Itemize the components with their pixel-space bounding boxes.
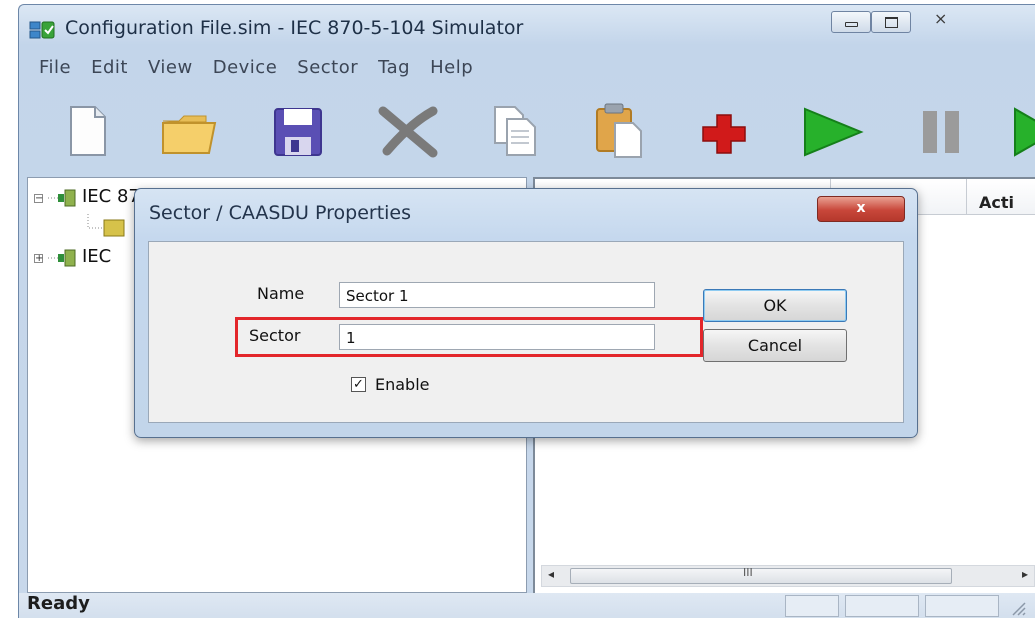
minimize-icon bbox=[845, 22, 858, 27]
status-cell-1 bbox=[785, 595, 839, 617]
minimize-button[interactable] bbox=[831, 11, 871, 33]
close-icon: ⨯ bbox=[934, 9, 948, 28]
app-icon bbox=[29, 21, 55, 39]
enable-checkbox[interactable]: ✓ bbox=[351, 377, 366, 392]
add-icon[interactable] bbox=[695, 85, 755, 175]
scroll-left-icon[interactable]: ◂ bbox=[548, 567, 554, 581]
menu-tag[interactable]: Tag bbox=[368, 57, 420, 78]
column-header-active[interactable]: Acti bbox=[967, 179, 1035, 215]
sector-field[interactable]: 1 bbox=[339, 324, 655, 350]
master-device-icon bbox=[48, 189, 76, 207]
name-label: Name bbox=[257, 284, 305, 303]
save-icon[interactable] bbox=[269, 85, 329, 175]
pause-icon[interactable] bbox=[919, 85, 969, 175]
dialog-close-button[interactable]: x bbox=[817, 196, 905, 222]
start-icon[interactable] bbox=[799, 85, 869, 175]
sector-properties-dialog: Sector / CAASDU Properties x Name Sector… bbox=[134, 188, 918, 438]
ok-button[interactable]: OK bbox=[703, 289, 847, 322]
menu-file[interactable]: File bbox=[29, 57, 81, 78]
copy-icon[interactable] bbox=[489, 85, 541, 175]
scroll-right-icon[interactable]: ▸ bbox=[1022, 567, 1028, 581]
title-bar[interactable]: Configuration File.sim - IEC 870-5-104 S… bbox=[19, 5, 1035, 49]
open-folder-icon[interactable] bbox=[159, 85, 223, 175]
menu-edit[interactable]: Edit bbox=[81, 57, 138, 78]
scroll-thumb[interactable]: III bbox=[570, 566, 952, 584]
close-icon: x bbox=[856, 200, 866, 216]
maximize-icon bbox=[885, 17, 898, 28]
delete-icon[interactable] bbox=[375, 85, 445, 175]
maximize-button[interactable] bbox=[871, 11, 911, 33]
dialog-body: Name Sector 1 Sector 1 ✓ Enable OK Cance… bbox=[148, 241, 904, 423]
tree-collapse-toggle[interactable]: − bbox=[34, 194, 43, 204]
name-field[interactable]: Sector 1 bbox=[339, 282, 655, 308]
resize-grip-icon[interactable] bbox=[1007, 597, 1027, 617]
cancel-button[interactable]: Cancel bbox=[703, 329, 847, 362]
slave-device-icon bbox=[48, 249, 76, 267]
window-title: Configuration File.sim - IEC 870-5-104 S… bbox=[65, 17, 524, 39]
enable-label[interactable]: Enable bbox=[375, 375, 430, 394]
tree-expand-toggle[interactable]: + bbox=[34, 254, 43, 264]
menu-view[interactable]: View bbox=[138, 57, 203, 78]
status-text: Ready bbox=[27, 593, 90, 614]
menu-sector[interactable]: Sector bbox=[287, 57, 368, 78]
new-file-icon[interactable] bbox=[63, 85, 113, 175]
sector-node-icon[interactable] bbox=[86, 214, 126, 238]
menu-bar: File Edit View Device Sector Tag Help bbox=[19, 53, 1035, 81]
next-icon[interactable] bbox=[1009, 85, 1035, 175]
window-close-button[interactable]: ⨯ bbox=[911, 9, 973, 33]
menu-help[interactable]: Help bbox=[420, 57, 483, 78]
sector-label: Sector bbox=[249, 326, 301, 345]
status-cell-2 bbox=[845, 595, 919, 617]
paste-icon[interactable] bbox=[591, 85, 647, 175]
status-bar: Ready bbox=[19, 593, 1035, 618]
tree-node-slave[interactable]: IEC bbox=[82, 246, 111, 267]
menu-device[interactable]: Device bbox=[203, 57, 288, 78]
toolbar bbox=[19, 85, 1035, 175]
dialog-title: Sector / CAASDU Properties bbox=[149, 202, 412, 224]
scroll-grip: III bbox=[743, 566, 753, 579]
status-cell-3 bbox=[925, 595, 999, 617]
horizontal-scrollbar[interactable]: ◂ III ▸ bbox=[541, 565, 1035, 587]
